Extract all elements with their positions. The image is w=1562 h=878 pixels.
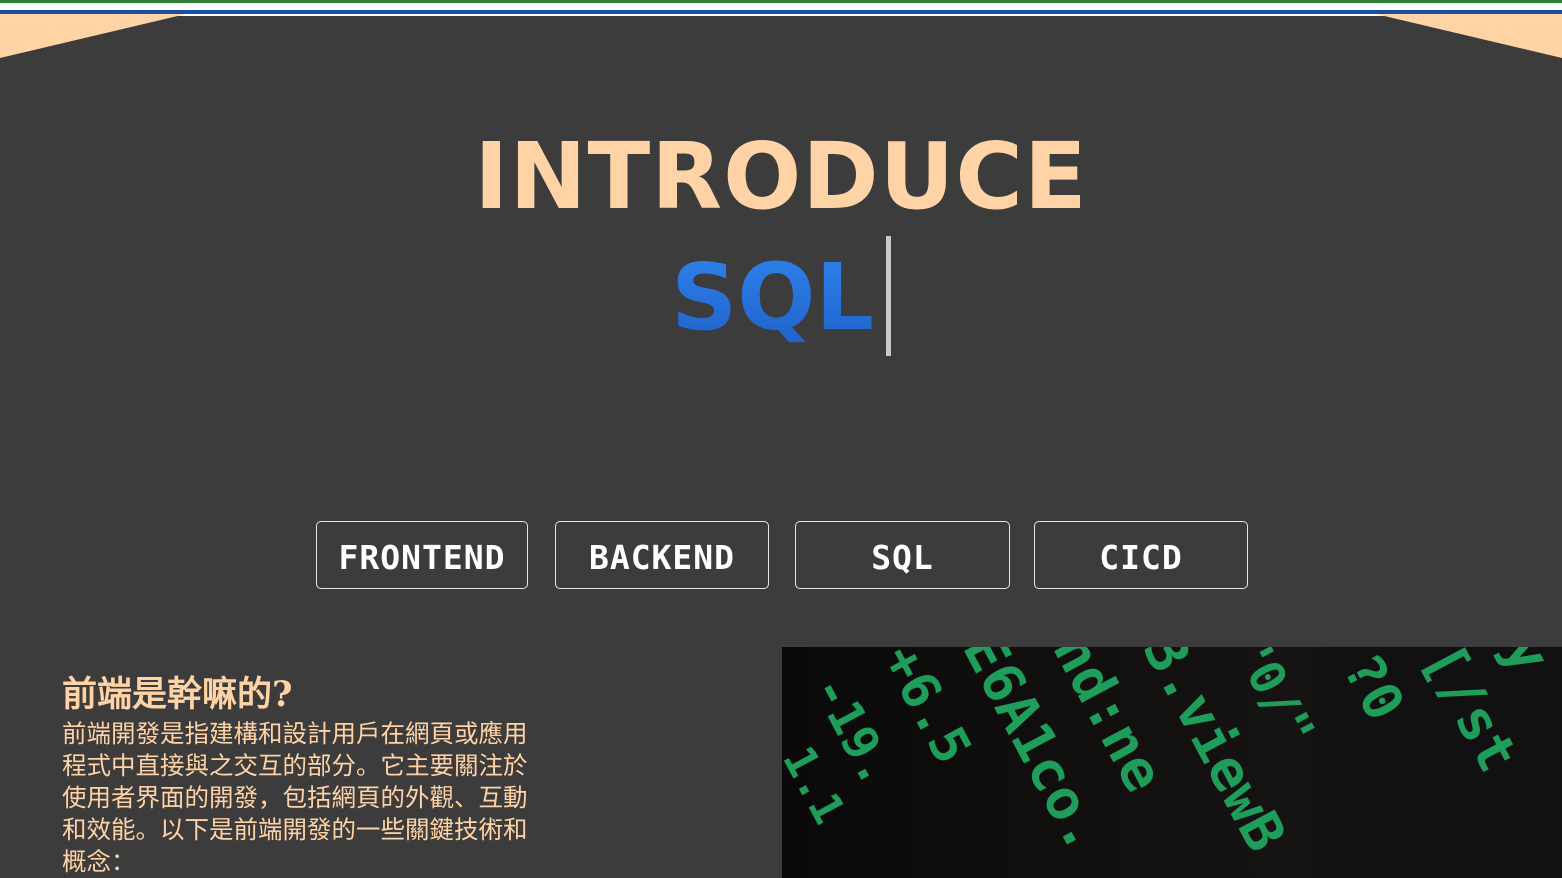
cicd-button[interactable]: CICD xyxy=(1034,521,1248,589)
frontend-button[interactable]: FRONTEND xyxy=(316,521,528,589)
backend-button[interactable]: BACKEND xyxy=(555,521,769,589)
hero-title: INTRODUCE xyxy=(474,123,1088,230)
typing-caret xyxy=(886,236,892,356)
top-border-blue-line xyxy=(0,10,1562,14)
top-border xyxy=(0,0,1562,16)
right-corner-decoration xyxy=(1376,14,1562,58)
section-body: 前端開發是指建構和設計用戶在網頁或應用程式中直接與之交互的部分。它主要關注於使用… xyxy=(62,719,528,876)
sql-button[interactable]: SQL xyxy=(795,521,1010,589)
code-glyphs-illustration: -19. 1.1 +6.5 E6A1co. nd:ne 3.viewB "0/"… xyxy=(782,647,1562,878)
code-background-image: -19. 1.1 +6.5 E6A1co. nd:ne 3.viewB "0/"… xyxy=(782,647,1562,878)
left-corner-decoration xyxy=(0,14,186,58)
hero-typed-line: SQL xyxy=(0,236,1562,356)
section-heading: 前端是幹嘛的? xyxy=(62,674,293,715)
typed-text: SQL xyxy=(671,240,874,356)
page: INTRODUCE SQL FRONTEND BACKEND SQL CICD … xyxy=(0,0,1562,878)
frontend-info-section: 前端是幹嘛的? 前端開發是指建構和設計用戶在網頁或應用程式中直接與之交互的部分。… xyxy=(62,672,542,878)
